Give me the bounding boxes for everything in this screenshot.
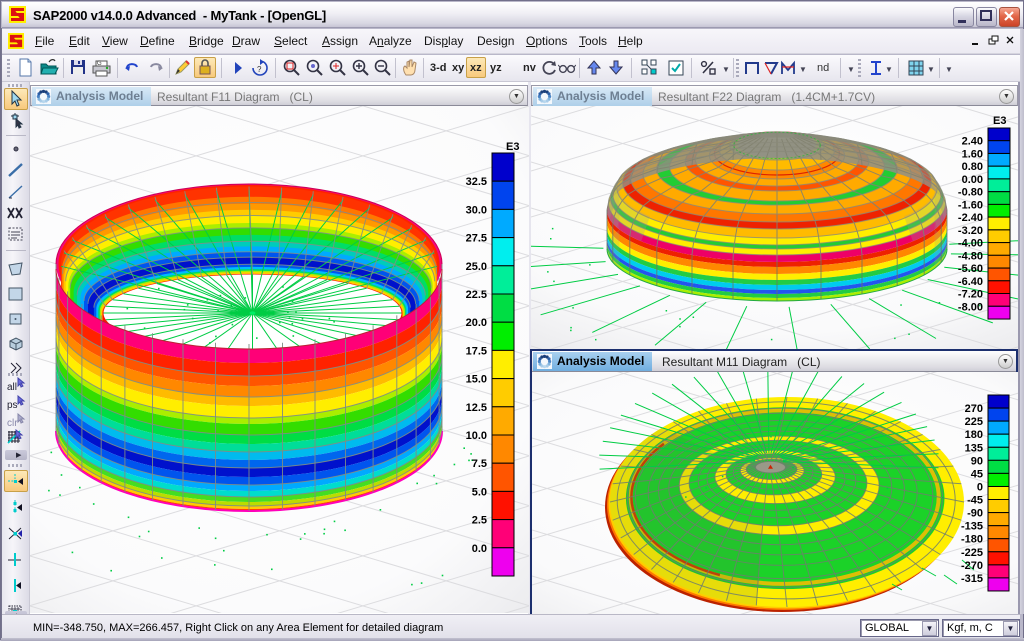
svg-text:90: 90: [971, 455, 983, 467]
svg-text:-90: -90: [967, 508, 983, 520]
svg-text:25.0: 25.0: [466, 261, 487, 273]
svg-text:22.5: 22.5: [466, 289, 487, 301]
svg-text:clr: clr: [7, 418, 18, 429]
svg-text:-8.00: -8.00: [958, 301, 983, 313]
svg-text:32.5: 32.5: [466, 176, 487, 188]
svg-text:-7.20: -7.20: [958, 289, 983, 301]
svg-text:0.80: 0.80: [962, 161, 983, 173]
svg-text:0.00: 0.00: [962, 174, 983, 186]
svg-text:15.0: 15.0: [466, 374, 487, 386]
svg-text:12.5: 12.5: [466, 402, 487, 414]
svg-text:20.0: 20.0: [466, 317, 487, 329]
svg-text:-4.80: -4.80: [958, 250, 983, 262]
svg-text:?: ?: [257, 65, 262, 74]
svg-text:135: 135: [965, 442, 983, 454]
svg-text:270: 270: [965, 403, 983, 415]
svg-text:-6.40: -6.40: [958, 276, 983, 288]
svg-text:17.5: 17.5: [466, 345, 487, 357]
svg-text:-45: -45: [967, 495, 983, 507]
svg-text:30.0: 30.0: [466, 204, 487, 216]
svg-text:E3: E3: [506, 141, 519, 153]
svg-text:-0.80: -0.80: [958, 187, 983, 199]
svg-text:0.0: 0.0: [472, 543, 487, 555]
svg-text:10.0: 10.0: [466, 430, 487, 442]
svg-text:-3.20: -3.20: [958, 225, 983, 237]
svg-text:-5.60: -5.60: [958, 263, 983, 275]
svg-text:E3: E3: [993, 115, 1006, 127]
svg-text:all: all: [7, 382, 17, 393]
svg-text:2.5: 2.5: [472, 515, 487, 527]
svg-text:-315: -315: [961, 573, 983, 585]
svg-text:7.5: 7.5: [472, 458, 487, 470]
svg-text:-4.00: -4.00: [958, 238, 983, 250]
svg-text:G: G: [97, 61, 102, 67]
svg-text:45: 45: [971, 468, 983, 480]
svg-text:-225: -225: [961, 547, 983, 559]
svg-text:27.5: 27.5: [466, 233, 487, 245]
svg-text:1.60: 1.60: [962, 149, 983, 161]
svg-text:5.0: 5.0: [472, 486, 487, 498]
svg-text:-135: -135: [961, 521, 983, 533]
svg-text:225: 225: [965, 416, 983, 428]
svg-text:-1.60: -1.60: [958, 199, 983, 211]
svg-text:-270: -270: [961, 560, 983, 572]
svg-text:180: 180: [965, 429, 983, 441]
svg-text:0: 0: [977, 482, 983, 494]
svg-text:2.40: 2.40: [962, 136, 983, 148]
svg-text:-180: -180: [961, 534, 983, 546]
svg-text:-2.40: -2.40: [958, 212, 983, 224]
svg-text:ps: ps: [7, 400, 18, 411]
